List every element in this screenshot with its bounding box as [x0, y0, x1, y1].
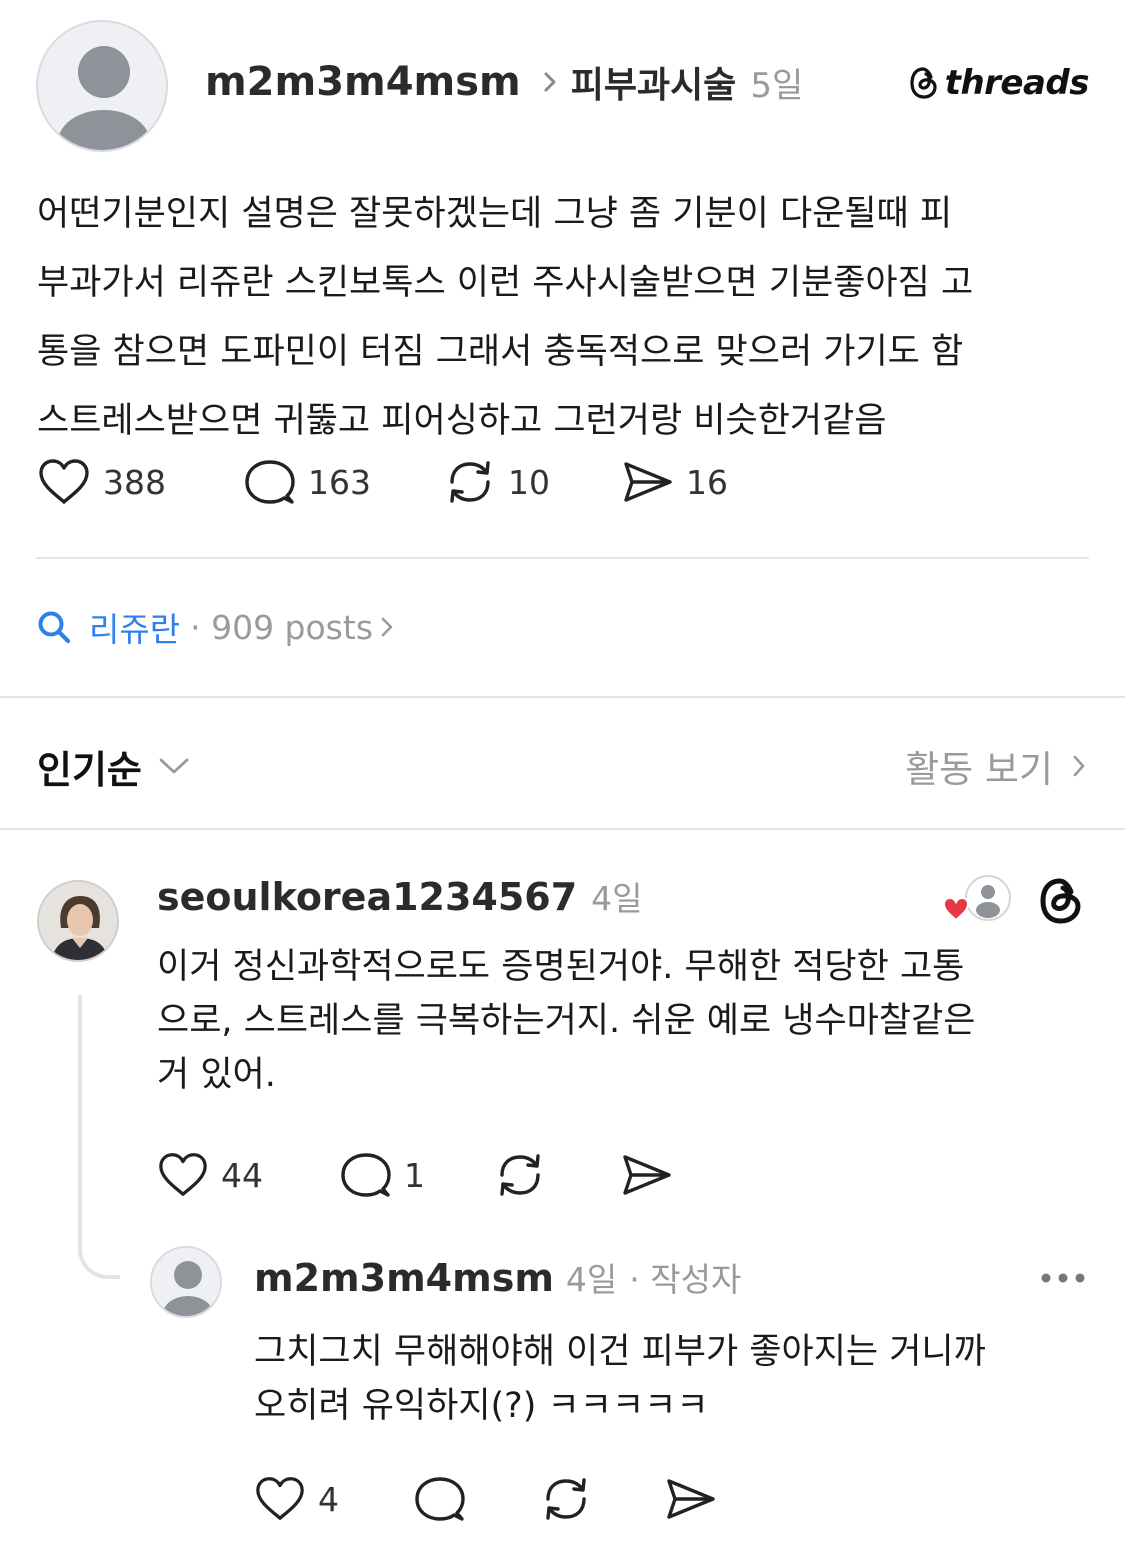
- heart-icon: [159, 1153, 207, 1196]
- view-activity-link[interactable]: 활동 보기: [905, 738, 1087, 794]
- chevron-right-icon: [1073, 755, 1085, 777]
- nested-reply-avatar[interactable]: [150, 1246, 222, 1318]
- post-time: 5일: [750, 65, 804, 106]
- search-icon: [38, 611, 71, 644]
- comment-icon: [341, 1153, 391, 1197]
- tag-post-count: · 909 posts: [190, 607, 374, 647]
- like-count: 388: [103, 462, 166, 502]
- user-photo-avatar: [39, 882, 117, 960]
- post-body-line: 통을 참으면 도파민이 터짐 그래서 충독적으로 맞으러 가기도 함: [37, 332, 964, 372]
- tag-name: 리쥬란: [89, 610, 181, 649]
- share-icon: [667, 1479, 715, 1519]
- repost-icon: [546, 1478, 586, 1520]
- reply-like-count: 44: [221, 1155, 263, 1195]
- section-divider: [0, 696, 1125, 698]
- section-divider: [0, 828, 1125, 830]
- threads-logo-icon: [1040, 878, 1081, 924]
- nested-reply-header: m2m3m4msm 4일 · 작성자: [254, 1253, 741, 1303]
- author-avatar[interactable]: [36, 20, 168, 152]
- tag-search-link[interactable]: 리쥬란 · 909 posts: [37, 602, 395, 652]
- author-username[interactable]: m2m3m4msm: [205, 59, 521, 105]
- share-icon: [623, 1155, 671, 1195]
- thread-connector-line: [78, 995, 120, 1279]
- heart-icon: [256, 1477, 304, 1520]
- post-header: m2m3m4msm 피부과시술 5일: [205, 52, 803, 112]
- avatar-placeholder-icon: [163, 1261, 213, 1316]
- liked-by-author-icon: [942, 875, 1011, 922]
- reply-time: 4일: [591, 879, 643, 918]
- like-button[interactable]: 388: [37, 458, 166, 506]
- reply-avatar[interactable]: [37, 880, 119, 962]
- reply-comment-button[interactable]: 1: [340, 1150, 425, 1200]
- reply-like-button[interactable]: 44: [157, 1150, 263, 1200]
- repost-icon: [500, 1154, 540, 1196]
- nested-share-button[interactable]: [665, 1474, 717, 1524]
- comment-count: 163: [308, 462, 371, 502]
- threads-brand: threads: [909, 60, 1090, 106]
- more-options-button[interactable]: [1038, 1266, 1088, 1290]
- repost-icon: [450, 461, 490, 503]
- share-button[interactable]: 16: [622, 458, 728, 506]
- more-icon: [1041, 1273, 1085, 1283]
- reply-comment-count: 1: [404, 1155, 425, 1195]
- brand-name: threads: [944, 63, 1090, 103]
- nested-repost-button[interactable]: [540, 1474, 592, 1524]
- post-body: 어떤기분인지 설명은 잘못하겠는데 그냥 좀 기분이 다운될때 피 부과가서 리…: [37, 180, 1097, 456]
- repost-count: 10: [508, 462, 550, 502]
- reply-body-line: 거 있어.: [157, 1055, 276, 1095]
- topic-tag[interactable]: 피부과시술: [571, 56, 737, 108]
- sort-dropdown[interactable]: 인기순: [37, 738, 192, 794]
- chevron-down-icon: [159, 758, 189, 774]
- nested-like-button[interactable]: 4: [254, 1474, 339, 1524]
- comment-icon: [245, 460, 295, 504]
- reply-share-button[interactable]: [621, 1150, 673, 1200]
- sort-label: 인기순: [37, 747, 142, 792]
- reply-repost-button[interactable]: [494, 1150, 546, 1200]
- comment-button[interactable]: 163: [244, 458, 371, 506]
- avatar-placeholder-icon: [58, 46, 150, 150]
- share-count: 16: [686, 462, 728, 502]
- author-badge: · 작성자: [629, 1260, 742, 1299]
- reply-body-line: 으로, 스트레스를 극복하는거지. 쉬운 예로 냉수마찰같은: [157, 1001, 976, 1041]
- threads-logo-icon: [910, 67, 937, 99]
- chevron-right-icon: [381, 617, 393, 637]
- reply-username[interactable]: seoulkorea1234567: [157, 875, 577, 919]
- heart-icon: [39, 459, 89, 504]
- nested-comment-button[interactable]: [414, 1474, 466, 1524]
- nested-reply-time: 4일: [565, 1260, 618, 1299]
- repost-button[interactable]: 10: [444, 458, 550, 506]
- liked-by-author-badge: [942, 874, 1014, 928]
- reply-body-line: 오히려 유익하지(?) ㅋㅋㅋㅋㅋ: [254, 1386, 709, 1426]
- divider: [36, 557, 1089, 559]
- share-icon: [624, 462, 672, 502]
- nested-reply-body: 그치그치 무해해야해 이건 피부가 좋아지는 거니까 오히려 유익하지(?) ㅋ…: [254, 1325, 1094, 1433]
- post-body-line: 스트레스받으면 귀뚫고 피어싱하고 그런거랑 비슷한거같음: [37, 401, 887, 441]
- post-body-line: 부과가서 리쥬란 스킨보톡스 이런 주사시술받으면 기분좋아짐 고: [37, 263, 974, 303]
- chevron-right-icon: [544, 72, 556, 92]
- nested-like-count: 4: [318, 1479, 339, 1519]
- nested-reply-username[interactable]: m2m3m4msm: [254, 1256, 554, 1300]
- comment-icon: [415, 1477, 465, 1521]
- reply-body: 이거 정신과학적으로도 증명된거야. 무해한 적당한 고통 으로, 스트레스를 …: [157, 940, 1097, 1102]
- post-body-line: 어떤기분인지 설명은 잘못하겠는데 그냥 좀 기분이 다운될때 피: [37, 194, 953, 234]
- reply-body-line: 그치그치 무해해야해 이건 피부가 좋아지는 거니까: [254, 1332, 986, 1372]
- reply-header: seoulkorea1234567 4일: [157, 872, 643, 922]
- view-activity-label: 활동 보기: [905, 748, 1053, 791]
- threads-app-icon: [1036, 876, 1086, 926]
- reply-body-line: 이거 정신과학적으로도 증명된거야. 무해한 적당한 고통: [157, 947, 965, 987]
